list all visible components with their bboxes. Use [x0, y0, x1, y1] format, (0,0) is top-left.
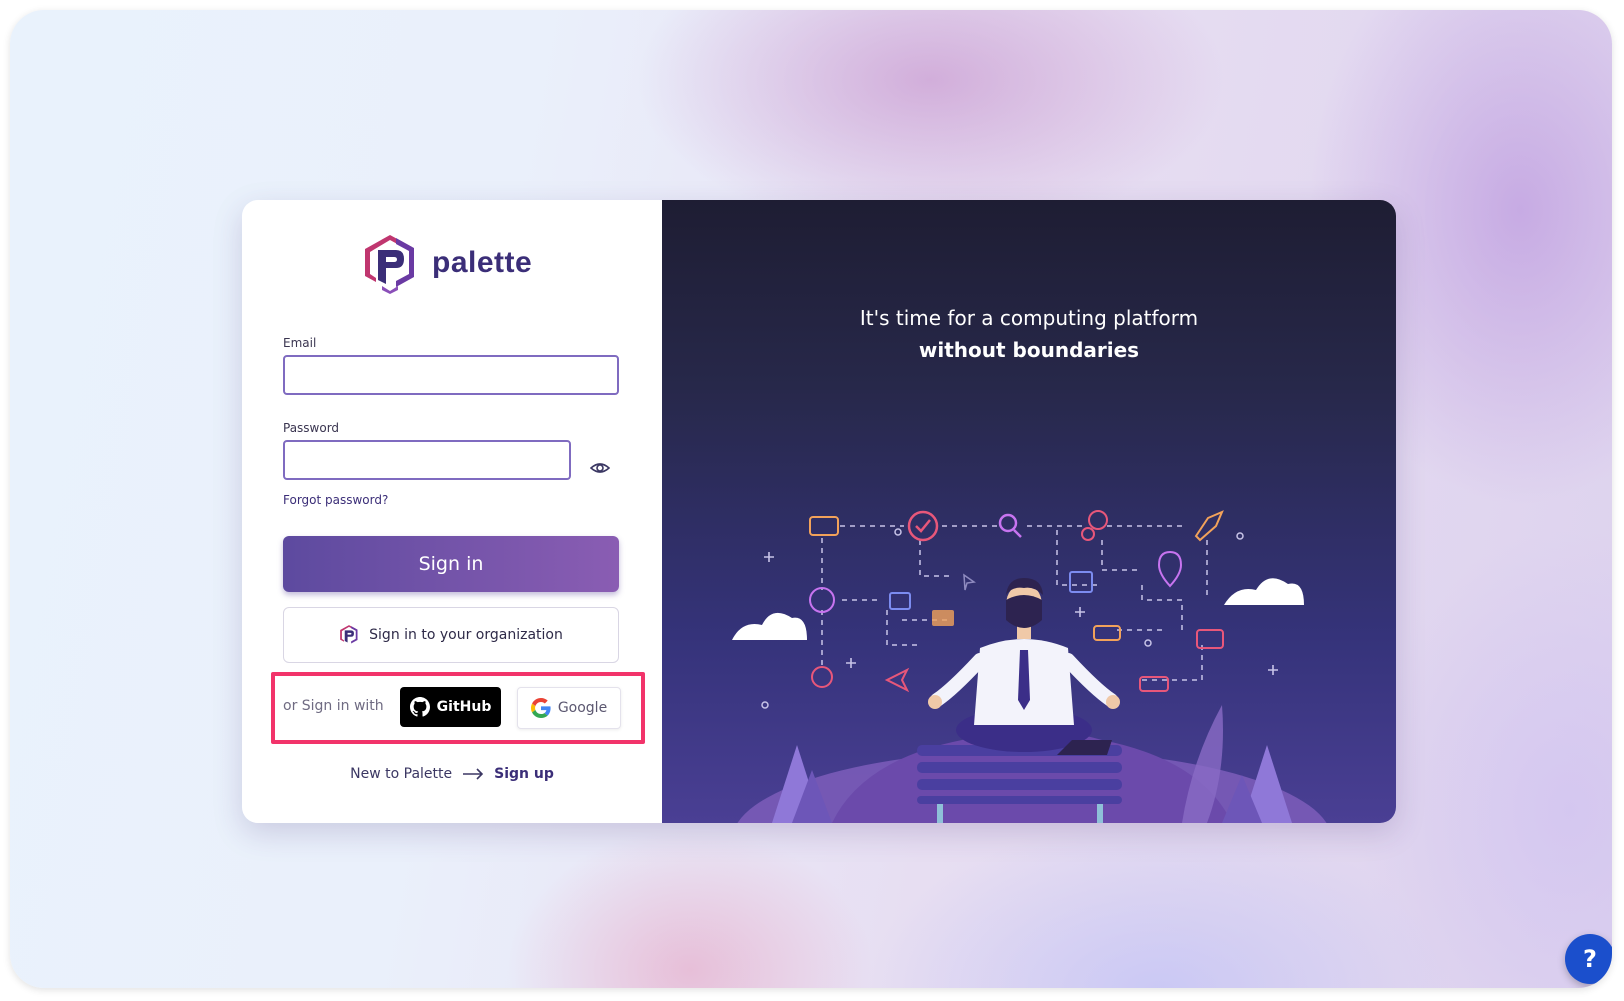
eye-icon[interactable] [590, 458, 610, 478]
org-sign-in-label: Sign in to your organization [369, 627, 563, 643]
or-sign-in-with-label: or Sign in with [283, 698, 384, 714]
help-button[interactable]: ? [1565, 934, 1612, 984]
help-icon: ? [1583, 945, 1597, 973]
password-input[interactable] [283, 440, 571, 480]
google-label: Google [557, 700, 608, 716]
meditation-illustration [732, 510, 1327, 823]
github-icon [409, 697, 430, 717]
email-input[interactable] [283, 355, 619, 395]
palette-logo-icon [365, 235, 414, 294]
palette-logo-icon [340, 625, 358, 644]
sign-in-button[interactable]: Sign in [283, 536, 619, 592]
login-panel: palette Email Password Forgot password? … [242, 200, 662, 823]
google-sign-in-button[interactable]: Google [517, 687, 621, 729]
password-label: Password [283, 421, 340, 435]
login-card: palette Email Password Forgot password? … [242, 200, 1396, 823]
github-label: GitHub [436, 699, 492, 715]
forgot-password-link[interactable]: Forgot password? [283, 493, 388, 507]
sign-up-link[interactable]: Sign up [494, 766, 554, 782]
github-sign-in-button[interactable]: GitHub [400, 687, 501, 727]
email-label: Email [283, 336, 317, 350]
app-frame: palette Email Password Forgot password? … [10, 10, 1612, 988]
org-sign-in-button[interactable]: Sign in to your organization [283, 607, 619, 663]
hero-panel: It's time for a computing platform witho… [662, 200, 1396, 823]
google-icon [530, 698, 551, 718]
arrow-right-icon [463, 768, 484, 780]
signup-prompt: New to Palette [350, 766, 453, 782]
brand-name: palette [432, 246, 533, 279]
signup-row: New to Palette Sign up [242, 766, 662, 782]
brand-logo: palette [362, 232, 532, 294]
